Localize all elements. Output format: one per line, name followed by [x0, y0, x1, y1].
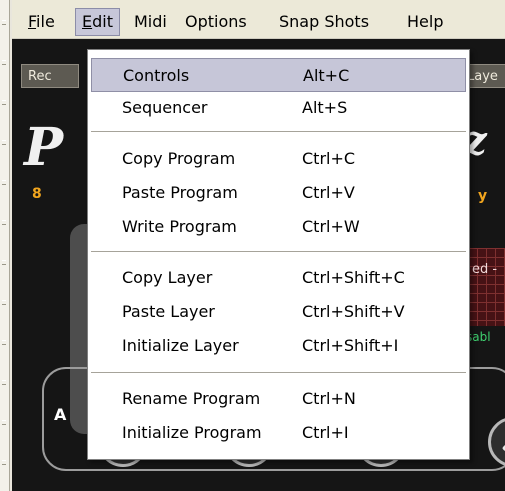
- menu-item-label: Copy Program: [122, 149, 236, 168]
- menu-item-shortcut: Ctrl+I: [302, 423, 349, 442]
- grip-mark: [2, 60, 6, 65]
- logo-glyph-left: P: [24, 117, 64, 178]
- menu-help[interactable]: Help: [401, 9, 449, 35]
- grip-mark: [2, 220, 6, 225]
- edit-dropdown-menu: Controls Alt+C Sequencer Alt+S Copy Prog…: [87, 49, 470, 460]
- menu-item-copy-layer[interactable]: Copy Layer Ctrl+Shift+C: [91, 261, 466, 295]
- menu-item-write-program[interactable]: Write Program Ctrl+W: [91, 210, 466, 244]
- menu-item-initialize-program[interactable]: Initialize Program Ctrl+I: [91, 416, 466, 450]
- red-display-text: ed -: [472, 262, 498, 277]
- grip-mark: [2, 340, 6, 345]
- menu-item-label: Sequencer: [122, 98, 208, 117]
- section-letter: A: [54, 405, 67, 424]
- menu-item-label: Copy Layer: [122, 268, 213, 287]
- menu-item-label: Paste Layer: [122, 302, 215, 321]
- menu-item-label: Rename Program: [122, 389, 261, 408]
- menu-file-label: ile: [36, 12, 55, 31]
- menu-edit-mnemonic: E: [82, 12, 93, 31]
- menu-item-sequencer[interactable]: Sequencer Alt+S: [91, 91, 466, 125]
- grip-mark: [2, 380, 6, 385]
- menu-separator: [91, 131, 466, 133]
- menu-item-shortcut: Alt+S: [302, 98, 348, 117]
- menu-options[interactable]: Options: [179, 9, 253, 35]
- menu-edit[interactable]: Edit: [75, 8, 120, 36]
- accent-letter: y: [478, 188, 488, 204]
- menu-item-shortcut: Ctrl+V: [302, 183, 355, 202]
- menu-midi[interactable]: Midi: [128, 9, 173, 35]
- tab-rec[interactable]: Rec: [21, 64, 79, 88]
- menu-snap-shots[interactable]: Snap Shots: [273, 9, 375, 35]
- grip-mark: [2, 140, 6, 145]
- menu-item-shortcut: Ctrl+W: [302, 217, 360, 236]
- menu-item-shortcut: Ctrl+Shift+V: [302, 302, 405, 321]
- menu-separator: [91, 372, 466, 374]
- window-frame-left: [0, 0, 10, 491]
- grip-mark: [2, 420, 6, 425]
- menu-edit-label: dit: [92, 12, 113, 31]
- menu-item-shortcut: Ctrl+Shift+C: [302, 268, 405, 287]
- menu-separator: [91, 251, 466, 253]
- menu-item-label: Controls: [123, 66, 190, 85]
- menu-file[interactable]: File: [22, 9, 61, 35]
- menu-item-paste-program[interactable]: Paste Program Ctrl+V: [91, 176, 466, 210]
- menu-item-paste-layer[interactable]: Paste Layer Ctrl+Shift+V: [91, 295, 466, 329]
- menu-item-label: Paste Program: [122, 183, 238, 202]
- menu-item-controls[interactable]: Controls Alt+C: [91, 58, 466, 92]
- grip-mark: [2, 460, 6, 465]
- menu-item-copy-program[interactable]: Copy Program Ctrl+C: [91, 142, 466, 176]
- menu-item-initialize-layer[interactable]: Initialize Layer Ctrl+Shift+I: [91, 329, 466, 363]
- menu-item-label: Initialize Layer: [122, 336, 239, 355]
- channel-digit: 8: [32, 186, 42, 202]
- grip-mark: [2, 260, 6, 265]
- menu-item-label: Write Program: [122, 217, 237, 236]
- menu-file-mnemonic: F: [28, 12, 37, 31]
- grip-mark: [2, 180, 6, 185]
- menu-bar: File Edit Midi Options Snap Shots Help: [12, 0, 505, 39]
- grip-mark: [2, 20, 6, 25]
- menu-item-shortcut: Ctrl+Shift+I: [302, 336, 399, 355]
- menu-item-shortcut: Ctrl+N: [302, 389, 356, 408]
- red-display-grid: ed -: [468, 248, 505, 326]
- grip-mark: [2, 300, 6, 305]
- menu-item-label: Initialize Program: [122, 423, 262, 442]
- menu-item-shortcut: Alt+C: [303, 66, 350, 85]
- menu-item-shortcut: Ctrl+C: [302, 149, 356, 168]
- menu-item-rename-program[interactable]: Rename Program Ctrl+N: [91, 382, 466, 416]
- grip-mark: [2, 100, 6, 105]
